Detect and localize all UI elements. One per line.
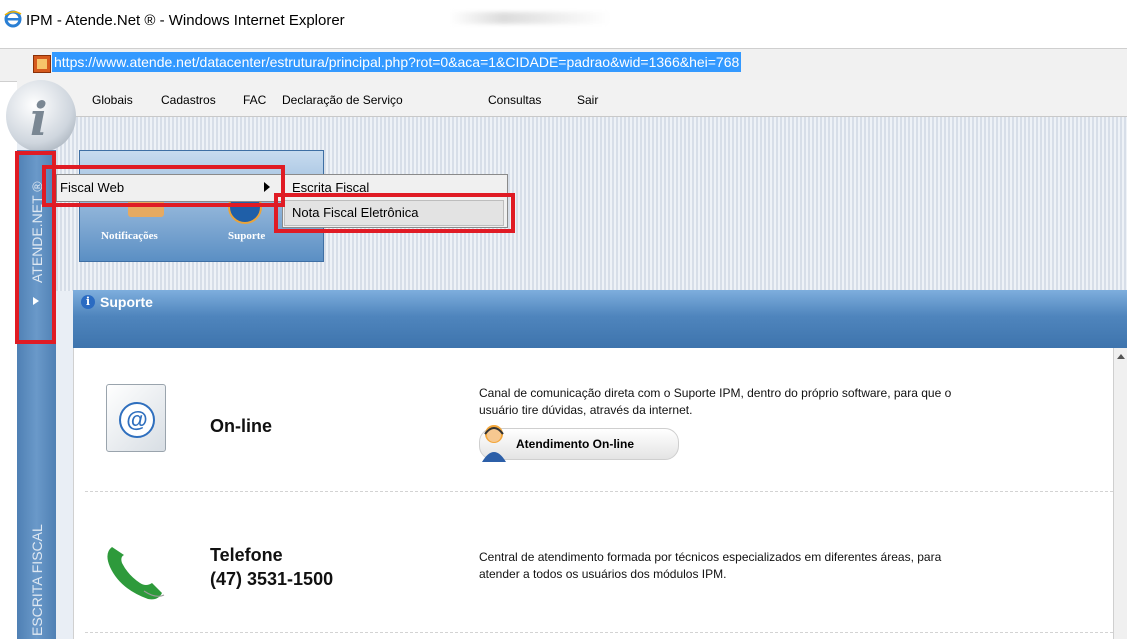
tile-notificacoes[interactable]: Notificações (101, 230, 158, 242)
menu-fac[interactable]: FAC (243, 93, 266, 107)
online-description-line1: Canal de comunicação direta com o Suport… (479, 386, 952, 400)
internet-explorer-icon (4, 10, 22, 28)
menu-sair[interactable]: Sair (577, 93, 598, 107)
telefone-description-line1: Central de atendimento formada por técni… (479, 550, 942, 564)
tile-suporte[interactable]: Suporte (228, 230, 265, 242)
page-favicon-icon (33, 55, 51, 73)
annotation-box-nota-fiscal (274, 193, 515, 233)
email-at-icon: @ (119, 402, 155, 438)
scroll-up-arrow-icon[interactable] (1117, 354, 1125, 359)
url-field[interactable]: https://www.atende.net/datacenter/estrut… (52, 52, 742, 72)
telefone-description-line2: atender a todos os usuários dos módulos … (479, 567, 727, 581)
info-logo-icon: i (30, 92, 48, 146)
section-divider (85, 632, 1113, 633)
menu-globais[interactable]: Globais (92, 93, 133, 107)
menu-consultas[interactable]: Consultas (488, 93, 541, 107)
annotation-box-fiscal-web (42, 165, 285, 207)
panel-header (73, 290, 1127, 348)
online-title: On-line (210, 416, 272, 436)
blurred-text (450, 12, 610, 24)
sidebar-tab-escrita-fiscal[interactable]: ESCRITA FISCAL (29, 524, 45, 636)
info-icon: i (81, 295, 95, 309)
panel-title: Suporte (100, 294, 153, 310)
support-agent-icon (482, 425, 506, 462)
phone-icon (107, 547, 165, 600)
menu-declaracao-servico[interactable]: Declaração de Serviço (282, 93, 403, 107)
telefone-title: Telefone (210, 545, 283, 565)
telefone-number: (47) 3531-1500 (210, 569, 334, 589)
online-description-line2: usuário tire dúvidas, através da interne… (479, 403, 693, 417)
menu-cadastros[interactable]: Cadastros (161, 93, 216, 107)
atendimento-online-label[interactable]: Atendimento On-line (516, 437, 634, 451)
vertical-scrollbar[interactable] (1113, 348, 1127, 639)
window-title: IPM - Atende.Net ® - Windows Internet Ex… (26, 12, 345, 29)
section-divider (85, 491, 1113, 492)
